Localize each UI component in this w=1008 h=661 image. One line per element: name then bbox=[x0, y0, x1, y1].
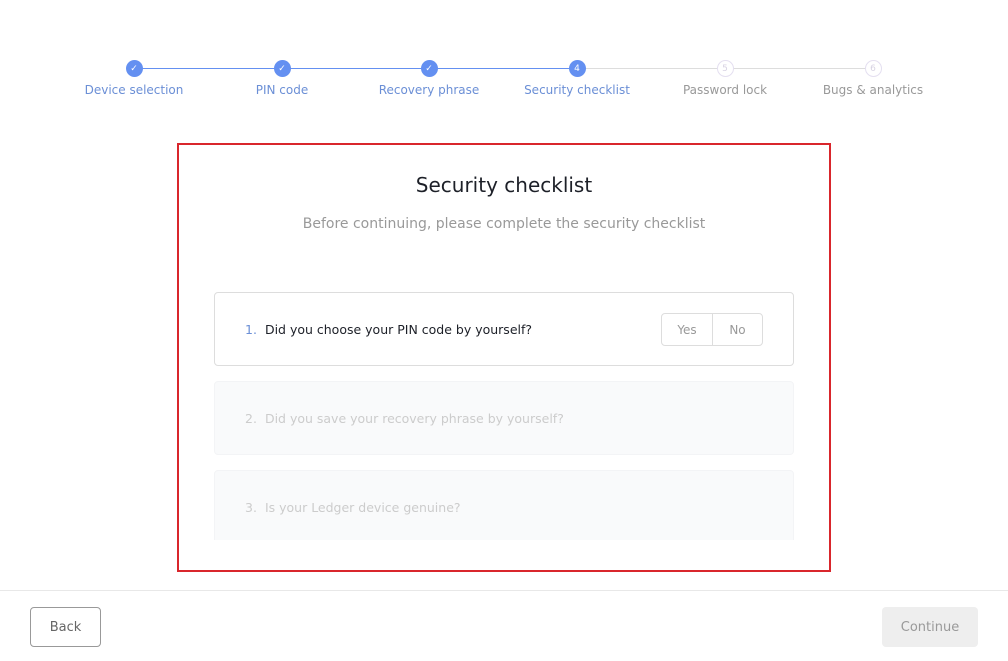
step-pin-code: ✓ PIN code bbox=[208, 60, 356, 97]
step-label: Security checklist bbox=[524, 83, 630, 97]
footer: Back Continue bbox=[0, 590, 1008, 661]
back-button[interactable]: Back bbox=[30, 607, 101, 647]
step-number: 6 bbox=[864, 60, 882, 77]
step-label: Device selection bbox=[84, 83, 184, 97]
check-icon: ✓ bbox=[420, 60, 438, 77]
highlight-box bbox=[177, 143, 831, 572]
step-password-lock: 5 Password lock bbox=[651, 60, 799, 97]
step-number: 5 bbox=[716, 60, 734, 77]
check-icon: ✓ bbox=[125, 60, 143, 77]
step-label: Password lock bbox=[682, 83, 768, 97]
step-bugs-analytics: 6 Bugs & analytics bbox=[799, 60, 947, 97]
check-icon: ✓ bbox=[273, 60, 291, 77]
continue-button[interactable]: Continue bbox=[882, 607, 978, 647]
step-label: Recovery phrase bbox=[378, 83, 480, 97]
step-label: Bugs & analytics bbox=[822, 83, 924, 97]
step-number: 4 bbox=[568, 60, 586, 77]
step-label: PIN code bbox=[255, 83, 309, 97]
stepper: ✓ Device selection ✓ PIN code ✓ Recovery ph… bbox=[0, 60, 1008, 110]
step-security-checklist: 4 Security checklist bbox=[503, 60, 651, 97]
step-recovery-phrase: ✓ Recovery phrase bbox=[355, 60, 503, 97]
step-device-selection: ✓ Device selection bbox=[60, 60, 208, 97]
